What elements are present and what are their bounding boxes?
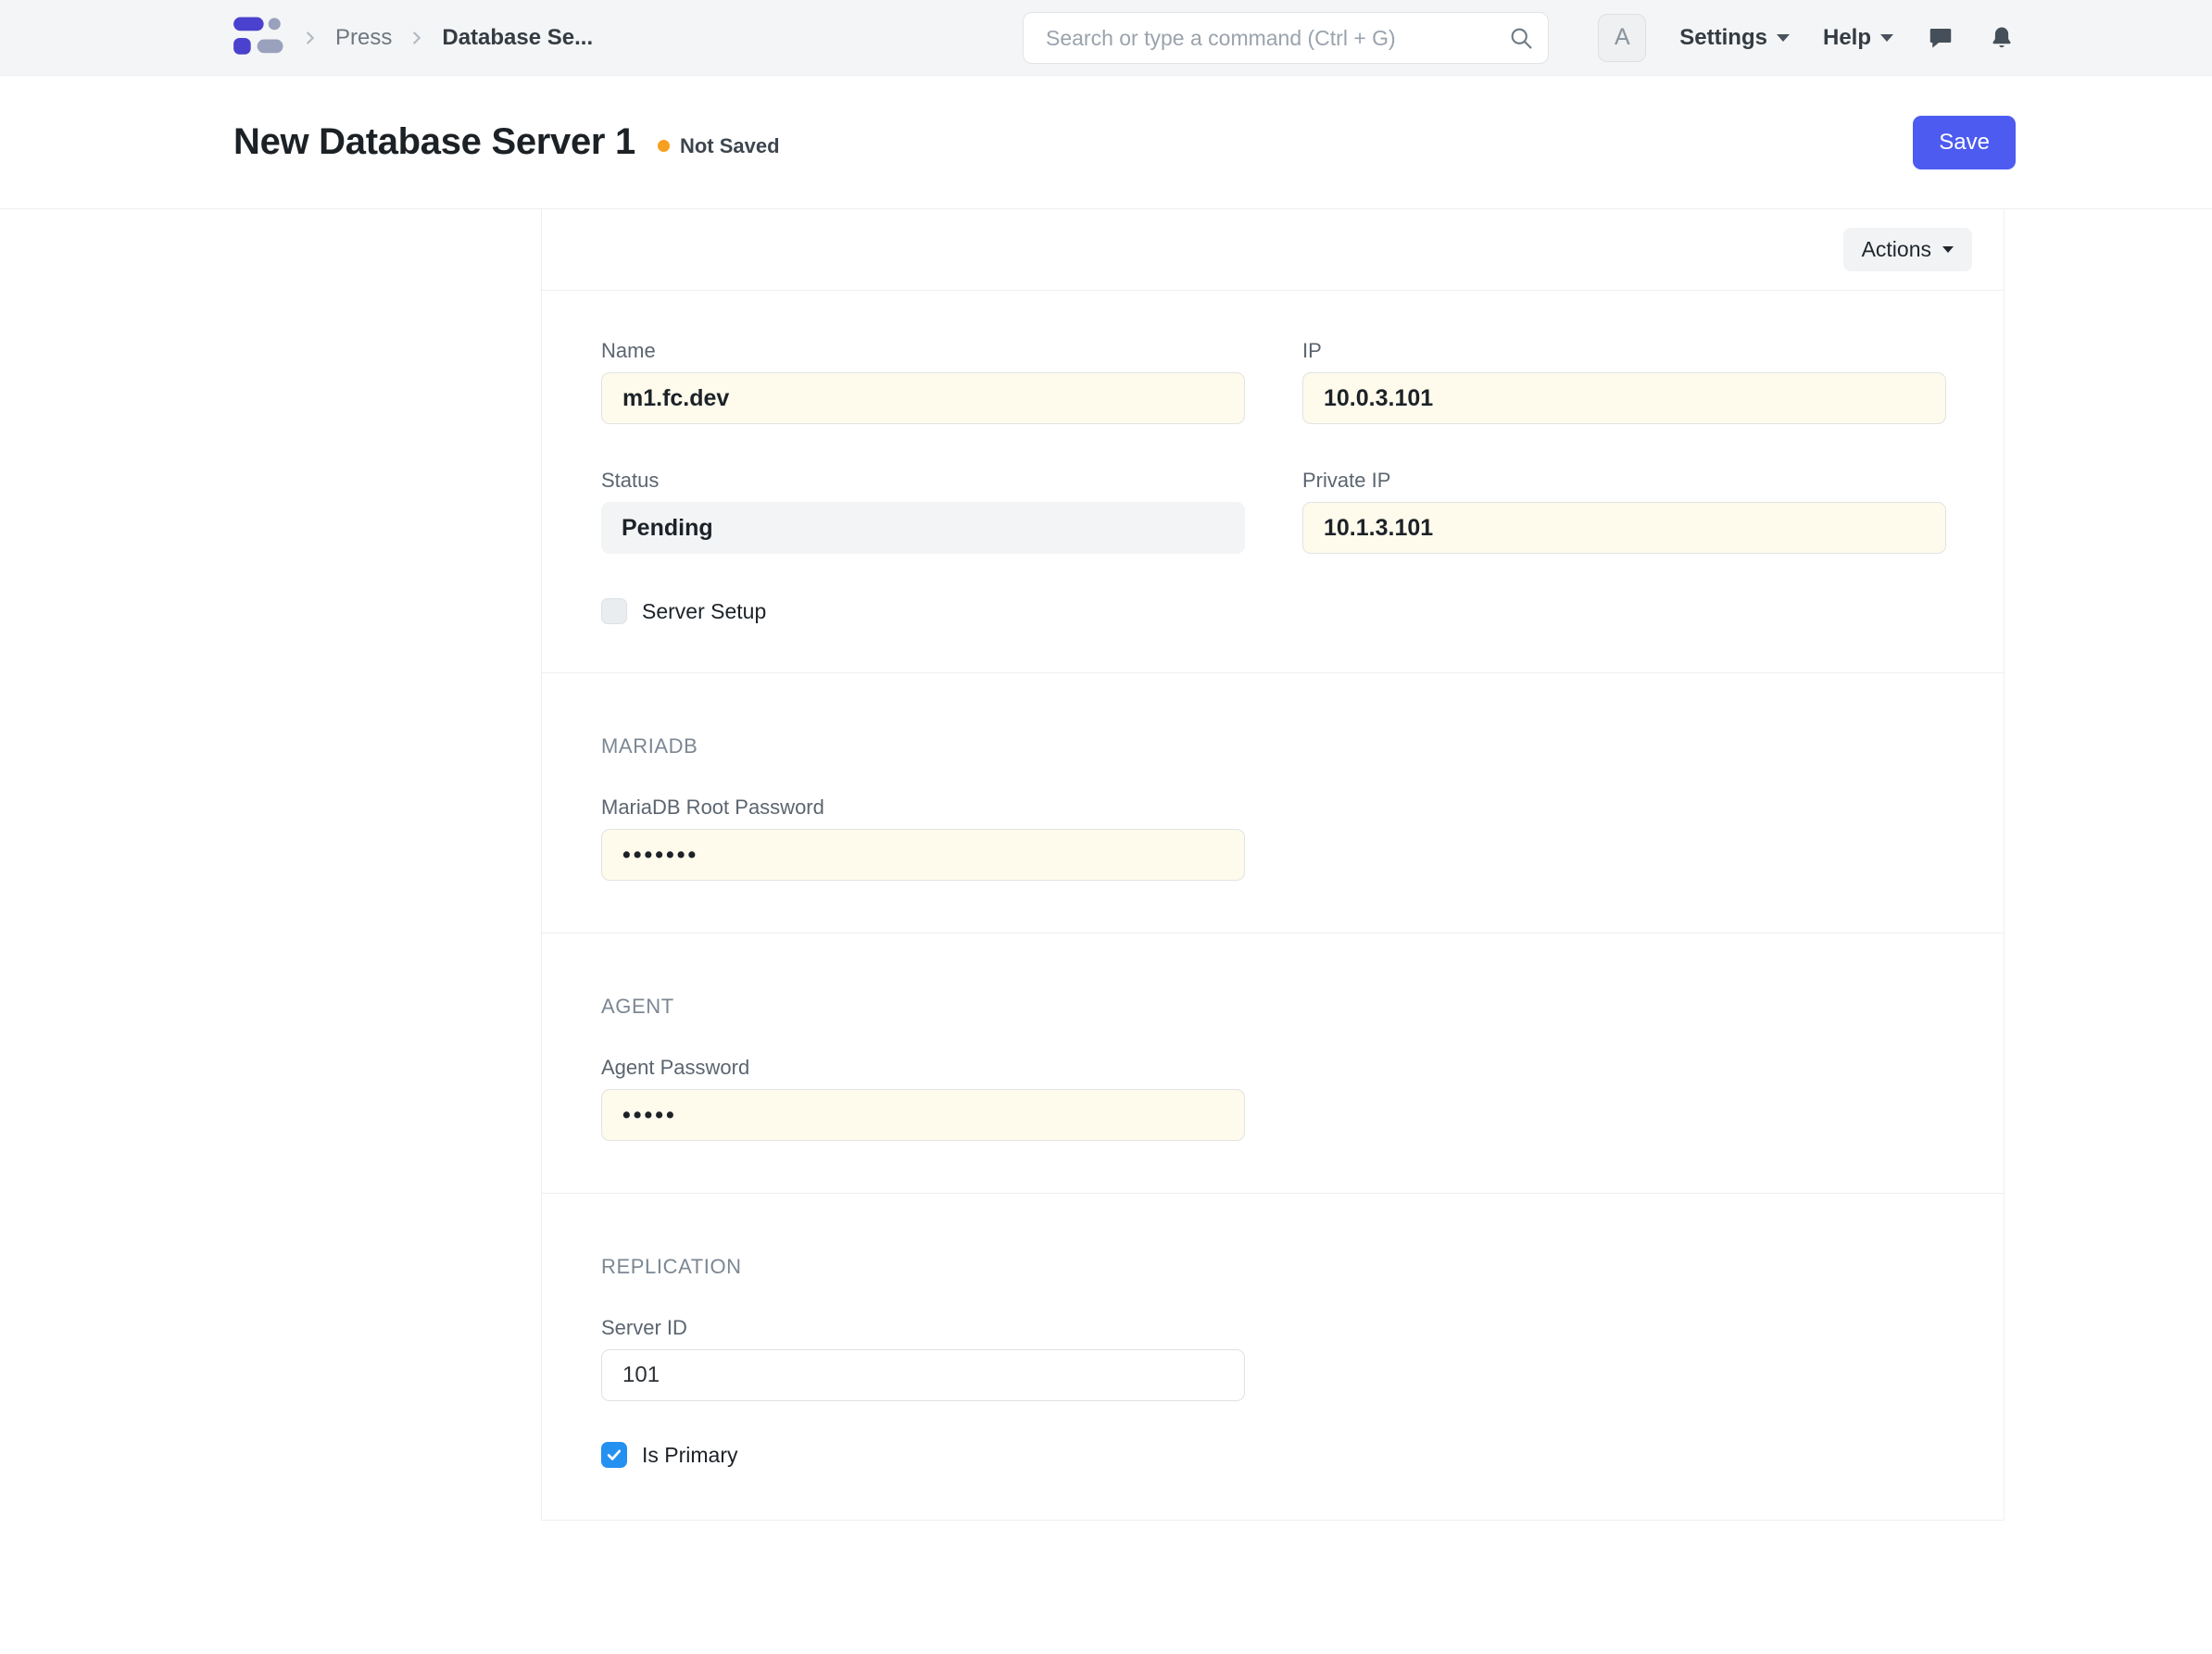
chevron-right-icon: [300, 28, 320, 48]
help-menu[interactable]: Help: [1823, 25, 1893, 51]
private-ip-input[interactable]: [1302, 502, 1946, 554]
app-logo-icon[interactable]: [233, 16, 285, 60]
navbar-right: A Settings Help: [1598, 14, 2016, 62]
private-ip-field: Private IP: [1302, 469, 1946, 554]
server-id-label: Server ID: [601, 1316, 1245, 1340]
name-label: Name: [601, 339, 1245, 363]
save-button[interactable]: Save: [1913, 116, 2016, 169]
is-primary-label: Is Primary: [642, 1443, 738, 1468]
status-value: Pending: [601, 502, 1245, 554]
actions-button[interactable]: Actions: [1843, 228, 1972, 271]
chevron-down-icon: [1942, 246, 1954, 253]
not-saved-label: Not Saved: [680, 134, 780, 158]
section-mariadb: MARIADB MariaDB Root Password: [542, 673, 2004, 934]
page-title: New Database Server 1: [233, 121, 635, 163]
breadcrumb: Press Database Se...: [233, 16, 593, 60]
page-header: New Database Server 1 Not Saved Save: [0, 76, 2212, 209]
ip-label: IP: [1302, 339, 1946, 363]
settings-menu[interactable]: Settings: [1679, 25, 1790, 51]
private-ip-label: Private IP: [1302, 469, 1946, 493]
mariadb-root-password-field: MariaDB Root Password: [601, 796, 1245, 881]
status-badge: Not Saved: [658, 134, 780, 158]
chevron-down-icon: [1880, 34, 1893, 42]
server-setup-checkbox[interactable]: [601, 598, 627, 624]
actions-label: Actions: [1862, 237, 1931, 262]
replication-section-title: REPLICATION: [601, 1255, 1944, 1279]
breadcrumb-item-press[interactable]: Press: [335, 25, 392, 51]
section-agent: AGENT Agent Password: [542, 934, 2004, 1194]
ip-input[interactable]: [1302, 372, 1946, 424]
chat-icon[interactable]: [1927, 24, 1954, 52]
section-details: Name IP Status Pending Private IP Server…: [542, 291, 2004, 673]
mariadb-root-password-label: MariaDB Root Password: [601, 796, 1245, 820]
help-label: Help: [1823, 25, 1871, 51]
agent-password-field: Agent Password: [601, 1056, 1245, 1141]
status-label: Status: [601, 469, 1245, 493]
server-setup-label: Server Setup: [642, 599, 766, 624]
name-field: Name: [601, 339, 1245, 424]
global-search: [1023, 12, 1549, 64]
server-id-field: Server ID: [601, 1316, 1245, 1401]
status-field: Status Pending: [601, 469, 1245, 554]
agent-password-label: Agent Password: [601, 1056, 1245, 1080]
server-id-input[interactable]: [601, 1349, 1245, 1401]
not-saved-dot-icon: [658, 140, 670, 152]
chevron-right-icon: [407, 28, 427, 48]
ip-field: IP: [1302, 339, 1946, 424]
avatar[interactable]: A: [1598, 14, 1646, 62]
is-primary-field: Is Primary: [601, 1442, 1944, 1468]
breadcrumb-item-current[interactable]: Database Se...: [442, 25, 593, 51]
name-input[interactable]: [601, 372, 1245, 424]
top-navbar: Press Database Se... A Settings Help: [0, 0, 2212, 76]
chevron-down-icon: [1777, 34, 1790, 42]
server-setup-field: Server Setup: [601, 598, 1245, 624]
bell-icon[interactable]: [1988, 24, 2016, 52]
mariadb-section-title: MARIADB: [601, 734, 1944, 758]
agent-section-title: AGENT: [601, 995, 1944, 1019]
agent-password-input[interactable]: [601, 1089, 1245, 1141]
form-toolbar: Actions: [542, 209, 2004, 291]
mariadb-root-password-input[interactable]: [601, 829, 1245, 881]
search-input[interactable]: [1023, 12, 1549, 64]
section-replication: REPLICATION Server ID Is Primary: [542, 1194, 2004, 1521]
avatar-letter: A: [1615, 24, 1630, 51]
is-primary-checkbox[interactable]: [601, 1442, 627, 1468]
settings-label: Settings: [1679, 25, 1767, 51]
form-body: Actions Name IP Status Pending Private I…: [541, 209, 2005, 1521]
